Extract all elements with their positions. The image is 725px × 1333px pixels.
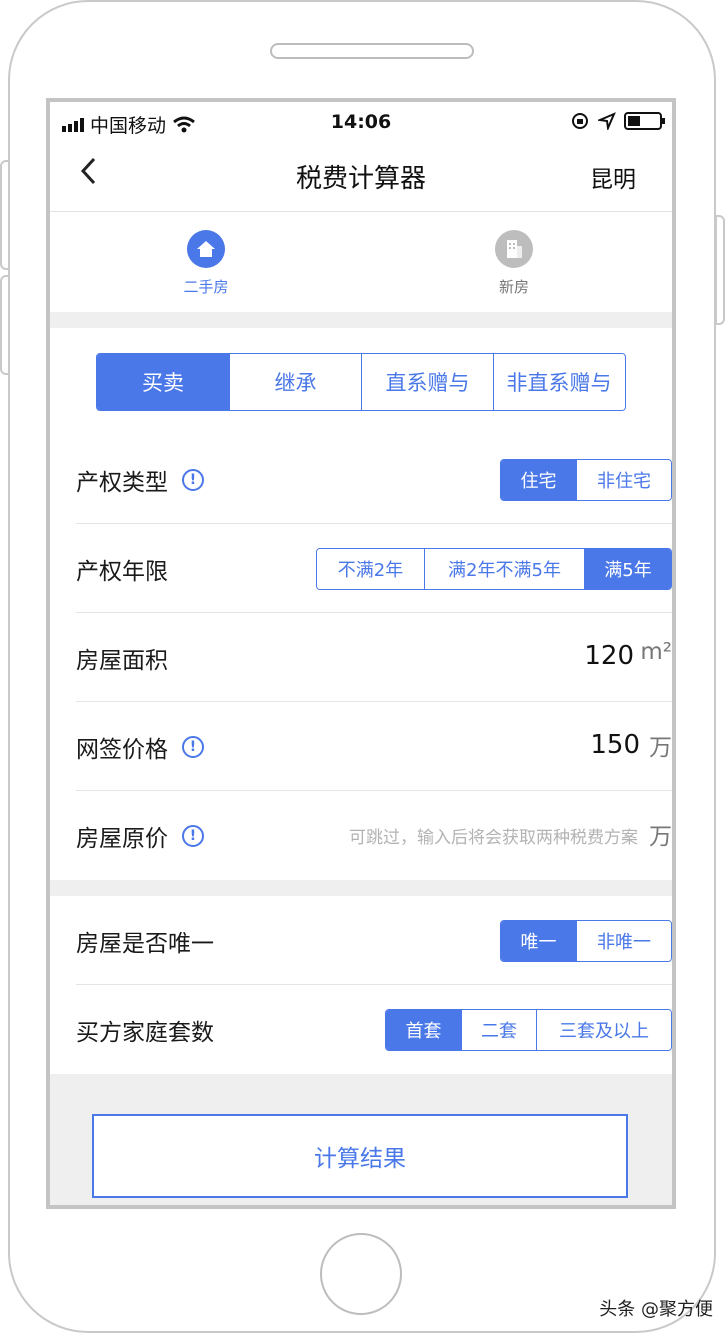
- location-icon: [598, 112, 616, 130]
- price-input[interactable]: 150: [590, 730, 640, 760]
- row-label: 房屋原价: [76, 826, 168, 852]
- option-unique[interactable]: 唯一: [501, 921, 576, 961]
- option-third-plus-home[interactable]: 三套及以上: [536, 1010, 671, 1050]
- area-input[interactable]: 120: [584, 641, 634, 671]
- building-icon: [495, 230, 533, 268]
- area-row: 房屋面积 120 m²: [76, 613, 672, 702]
- row-label: 房屋面积: [76, 648, 168, 674]
- volume-button: [0, 275, 10, 375]
- option-not-unique[interactable]: 非唯一: [576, 921, 671, 961]
- info-icon[interactable]: !: [182, 825, 204, 847]
- property-type-toggle: 住宅 非住宅: [500, 459, 672, 501]
- rotation-lock-icon: [572, 113, 588, 129]
- area-unit: m²: [640, 639, 672, 665]
- property-years-row: 产权年限 不满2年 满2年不满5年 满5年: [76, 524, 672, 613]
- option-2-to-5-years[interactable]: 满2年不满5年: [424, 549, 584, 589]
- row-label: 产权年限: [76, 559, 168, 585]
- original-price-unit: 万: [649, 824, 672, 850]
- tab-new-house[interactable]: 新房: [454, 230, 574, 297]
- option-second-home[interactable]: 二套: [461, 1010, 536, 1050]
- page-title: 税费计算器: [295, 164, 426, 194]
- row-label: 产权类型: [76, 470, 168, 496]
- unique-toggle: 唯一 非唯一: [500, 920, 672, 962]
- price-unit: 万: [649, 735, 672, 761]
- nav-bar: 税费计算器 昆明: [50, 142, 672, 212]
- city-selector[interactable]: 昆明: [590, 160, 636, 194]
- option-non-residential[interactable]: 非住宅: [576, 460, 671, 500]
- speaker-slot: [270, 43, 474, 59]
- family-count-row: 买方家庭套数 首套 二套 三套及以上: [76, 985, 672, 1074]
- tab-inherit[interactable]: 继承: [229, 354, 361, 410]
- option-under-2-years[interactable]: 不满2年: [317, 549, 424, 589]
- section-divider: [50, 312, 672, 328]
- property-years-toggle: 不满2年 满2年不满5年 满5年: [316, 548, 672, 590]
- row-label: 网签价格: [76, 737, 168, 763]
- unique-row: 房屋是否唯一 唯一 非唯一: [76, 896, 672, 985]
- row-label: 买方家庭套数: [76, 1020, 214, 1046]
- app-screen: 中国移动 14:06 税费计算器 昆明 二手房 新房 买卖 继承 直系赠与 非直…: [46, 98, 676, 1209]
- info-icon[interactable]: !: [182, 736, 204, 758]
- volume-button: [0, 160, 10, 270]
- tab-indirect-gift[interactable]: 非直系赠与: [493, 354, 624, 410]
- tab-second-hand[interactable]: 二手房: [146, 230, 266, 297]
- section-divider: [50, 880, 672, 896]
- home-button[interactable]: [320, 1233, 402, 1315]
- home-icon: [187, 230, 225, 268]
- watermark: 头条 @聚方便: [599, 1299, 713, 1320]
- power-button: [715, 215, 725, 325]
- family-count-toggle: 首套 二套 三套及以上: [385, 1009, 672, 1051]
- tab-label: 新房: [498, 278, 529, 296]
- trade-type-tabs: 买卖 继承 直系赠与 非直系赠与: [96, 353, 626, 411]
- house-type-tabs: 二手房 新房: [50, 212, 672, 312]
- original-price-input[interactable]: 可跳过，输入后将会获取两种税费方案: [349, 823, 638, 848]
- tab-direct-gift[interactable]: 直系赠与: [361, 354, 493, 410]
- tab-buy-sell[interactable]: 买卖: [97, 354, 229, 410]
- battery-icon: [624, 112, 665, 130]
- row-label: 房屋是否唯一: [76, 931, 214, 957]
- option-first-home[interactable]: 首套: [386, 1010, 461, 1050]
- price-row: 网签价格! 150 万: [76, 702, 672, 791]
- original-price-row: 房屋原价! 可跳过，输入后将会获取两种税费方案 万: [76, 791, 672, 880]
- property-type-row: 产权类型! 住宅 非住宅: [76, 435, 672, 524]
- status-bar: 中国移动 14:06: [50, 102, 672, 142]
- option-residential[interactable]: 住宅: [501, 460, 576, 500]
- info-icon[interactable]: !: [182, 469, 204, 491]
- tab-label: 二手房: [183, 278, 229, 296]
- option-over-5-years[interactable]: 满5年: [584, 549, 671, 589]
- calculate-button[interactable]: 计算结果: [92, 1114, 628, 1198]
